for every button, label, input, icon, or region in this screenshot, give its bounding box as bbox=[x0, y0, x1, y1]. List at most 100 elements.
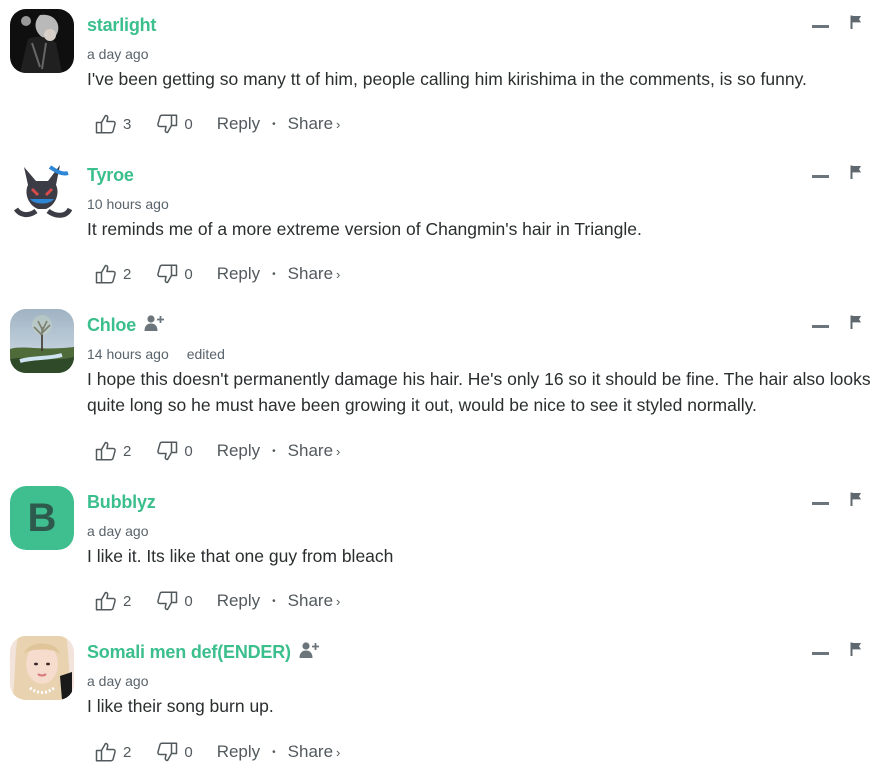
downvote-count: 0 bbox=[184, 265, 193, 283]
comment-footer: 2 0 Reply • Share › bbox=[95, 438, 340, 464]
upvote-count: 2 bbox=[123, 743, 132, 761]
avatar[interactable] bbox=[10, 309, 74, 373]
avatar[interactable]: B bbox=[10, 486, 74, 550]
thumbs-up-icon bbox=[95, 113, 117, 135]
upvote-button[interactable]: 2 bbox=[95, 440, 156, 462]
username[interactable]: Somali men def(ENDER) bbox=[87, 642, 291, 663]
comment-3: B Bubblyz a day ago I like it. Its like … bbox=[0, 477, 883, 627]
comment-meta: 10 hours ago bbox=[87, 196, 169, 212]
collapse-button[interactable] bbox=[812, 175, 829, 178]
comment-meta: a day ago bbox=[87, 46, 149, 62]
follow-user-icon[interactable] bbox=[143, 313, 167, 333]
upvote-count: 2 bbox=[123, 592, 132, 610]
reply-button[interactable]: Reply bbox=[217, 591, 260, 611]
chevron-right-icon: › bbox=[336, 117, 341, 132]
flag-icon[interactable] bbox=[850, 492, 862, 506]
edited-label: edited bbox=[186, 346, 225, 362]
downvote-button[interactable]: 0 bbox=[156, 440, 216, 462]
upvote-button[interactable]: 2 bbox=[95, 263, 156, 285]
share-button[interactable]: Share › bbox=[288, 591, 341, 611]
reply-button[interactable]: Reply bbox=[217, 441, 260, 461]
upvote-button[interactable]: 2 bbox=[95, 741, 156, 763]
share-label: Share bbox=[287, 264, 334, 283]
chevron-right-icon: › bbox=[336, 444, 341, 459]
separator-dot: • bbox=[272, 445, 276, 457]
comment-0: starlight a day ago I've been getting so… bbox=[0, 0, 883, 150]
downvote-button[interactable]: 0 bbox=[156, 590, 216, 612]
username[interactable]: Bubblyz bbox=[87, 492, 156, 513]
share-label: Share bbox=[287, 441, 334, 460]
follow-user-icon[interactable] bbox=[298, 640, 322, 660]
thumbs-up-icon bbox=[95, 440, 117, 462]
comment-footer: 3 0 Reply • Share › bbox=[95, 111, 340, 137]
timestamp[interactable]: a day ago bbox=[87, 523, 149, 539]
comment-footer: 2 0 Reply • Share › bbox=[95, 739, 340, 765]
comment-text: I've been getting so many tt of him, peo… bbox=[87, 69, 807, 89]
thumbs-down-icon bbox=[156, 741, 178, 763]
flag-icon[interactable] bbox=[850, 315, 862, 329]
separator-dot: • bbox=[272, 118, 276, 130]
downvote-count: 0 bbox=[184, 592, 193, 610]
share-label: Share bbox=[287, 742, 334, 761]
flag-icon[interactable] bbox=[850, 642, 862, 656]
username[interactable]: starlight bbox=[87, 15, 156, 36]
username[interactable]: Tyroe bbox=[87, 165, 134, 186]
thumbs-up-icon bbox=[95, 741, 117, 763]
downvote-button[interactable]: 0 bbox=[156, 113, 216, 135]
comment-4: Somali men def(ENDER) a day ago I like t… bbox=[0, 627, 883, 777]
comment-footer: 2 0 Reply • Share › bbox=[95, 261, 340, 287]
username[interactable]: Chloe bbox=[87, 315, 136, 336]
comment-text: I like it. Its like that one guy from bl… bbox=[87, 546, 394, 566]
comment-text: I hope this doesn't permanently damage h… bbox=[87, 369, 871, 415]
share-button[interactable]: Share › bbox=[288, 742, 341, 762]
downvote-count: 0 bbox=[184, 743, 193, 761]
downvote-button[interactable]: 0 bbox=[156, 263, 216, 285]
upvote-count: 2 bbox=[123, 265, 132, 283]
flag-icon[interactable] bbox=[850, 15, 862, 29]
collapse-button[interactable] bbox=[812, 325, 829, 328]
downvote-count: 0 bbox=[184, 115, 193, 133]
collapse-button[interactable] bbox=[812, 502, 829, 505]
reply-button[interactable]: Reply bbox=[217, 114, 260, 134]
thumbs-down-icon bbox=[156, 113, 178, 135]
share-label: Share bbox=[287, 591, 334, 610]
timestamp[interactable]: 10 hours ago bbox=[87, 196, 169, 212]
comment-2: Chloe 14 hours ago edited I hope this doe… bbox=[0, 300, 883, 461]
separator-dot: • bbox=[272, 268, 276, 280]
thumbs-down-icon bbox=[156, 263, 178, 285]
share-button[interactable]: Share › bbox=[288, 114, 341, 134]
comment-meta: a day ago bbox=[87, 523, 149, 539]
chevron-right-icon: › bbox=[336, 745, 341, 760]
avatar-letter: B bbox=[10, 486, 74, 550]
comment-text: It reminds me of a more extreme version … bbox=[87, 219, 642, 239]
avatar[interactable] bbox=[10, 636, 74, 700]
avatar[interactable] bbox=[10, 159, 74, 223]
upvote-count: 2 bbox=[123, 442, 132, 460]
comment-1: Tyroe 10 hours ago It reminds me of a mo… bbox=[0, 150, 883, 300]
avatar[interactable] bbox=[10, 9, 74, 73]
upvote-button[interactable]: 2 bbox=[95, 590, 156, 612]
upvote-count: 3 bbox=[123, 115, 132, 133]
downvote-button[interactable]: 0 bbox=[156, 741, 216, 763]
share-button[interactable]: Share › bbox=[288, 441, 341, 461]
collapse-button[interactable] bbox=[812, 25, 829, 28]
share-button[interactable]: Share › bbox=[288, 264, 341, 284]
comment-meta: 14 hours ago edited bbox=[87, 346, 225, 362]
thumbs-down-icon bbox=[156, 440, 178, 462]
collapse-button[interactable] bbox=[812, 652, 829, 655]
chevron-right-icon: › bbox=[336, 594, 341, 609]
thumbs-up-icon bbox=[95, 590, 117, 612]
timestamp[interactable]: a day ago bbox=[87, 673, 149, 689]
separator-dot: • bbox=[272, 595, 276, 607]
downvote-count: 0 bbox=[184, 442, 193, 460]
thumbs-up-icon bbox=[95, 263, 117, 285]
reply-button[interactable]: Reply bbox=[217, 742, 260, 762]
timestamp[interactable]: 14 hours ago bbox=[87, 346, 169, 362]
reply-button[interactable]: Reply bbox=[217, 264, 260, 284]
timestamp[interactable]: a day ago bbox=[87, 46, 149, 62]
upvote-button[interactable]: 3 bbox=[95, 113, 156, 135]
flag-icon[interactable] bbox=[850, 165, 862, 179]
thumbs-down-icon bbox=[156, 590, 178, 612]
comment-text: I like their song burn up. bbox=[87, 696, 274, 716]
separator-dot: • bbox=[272, 746, 276, 758]
